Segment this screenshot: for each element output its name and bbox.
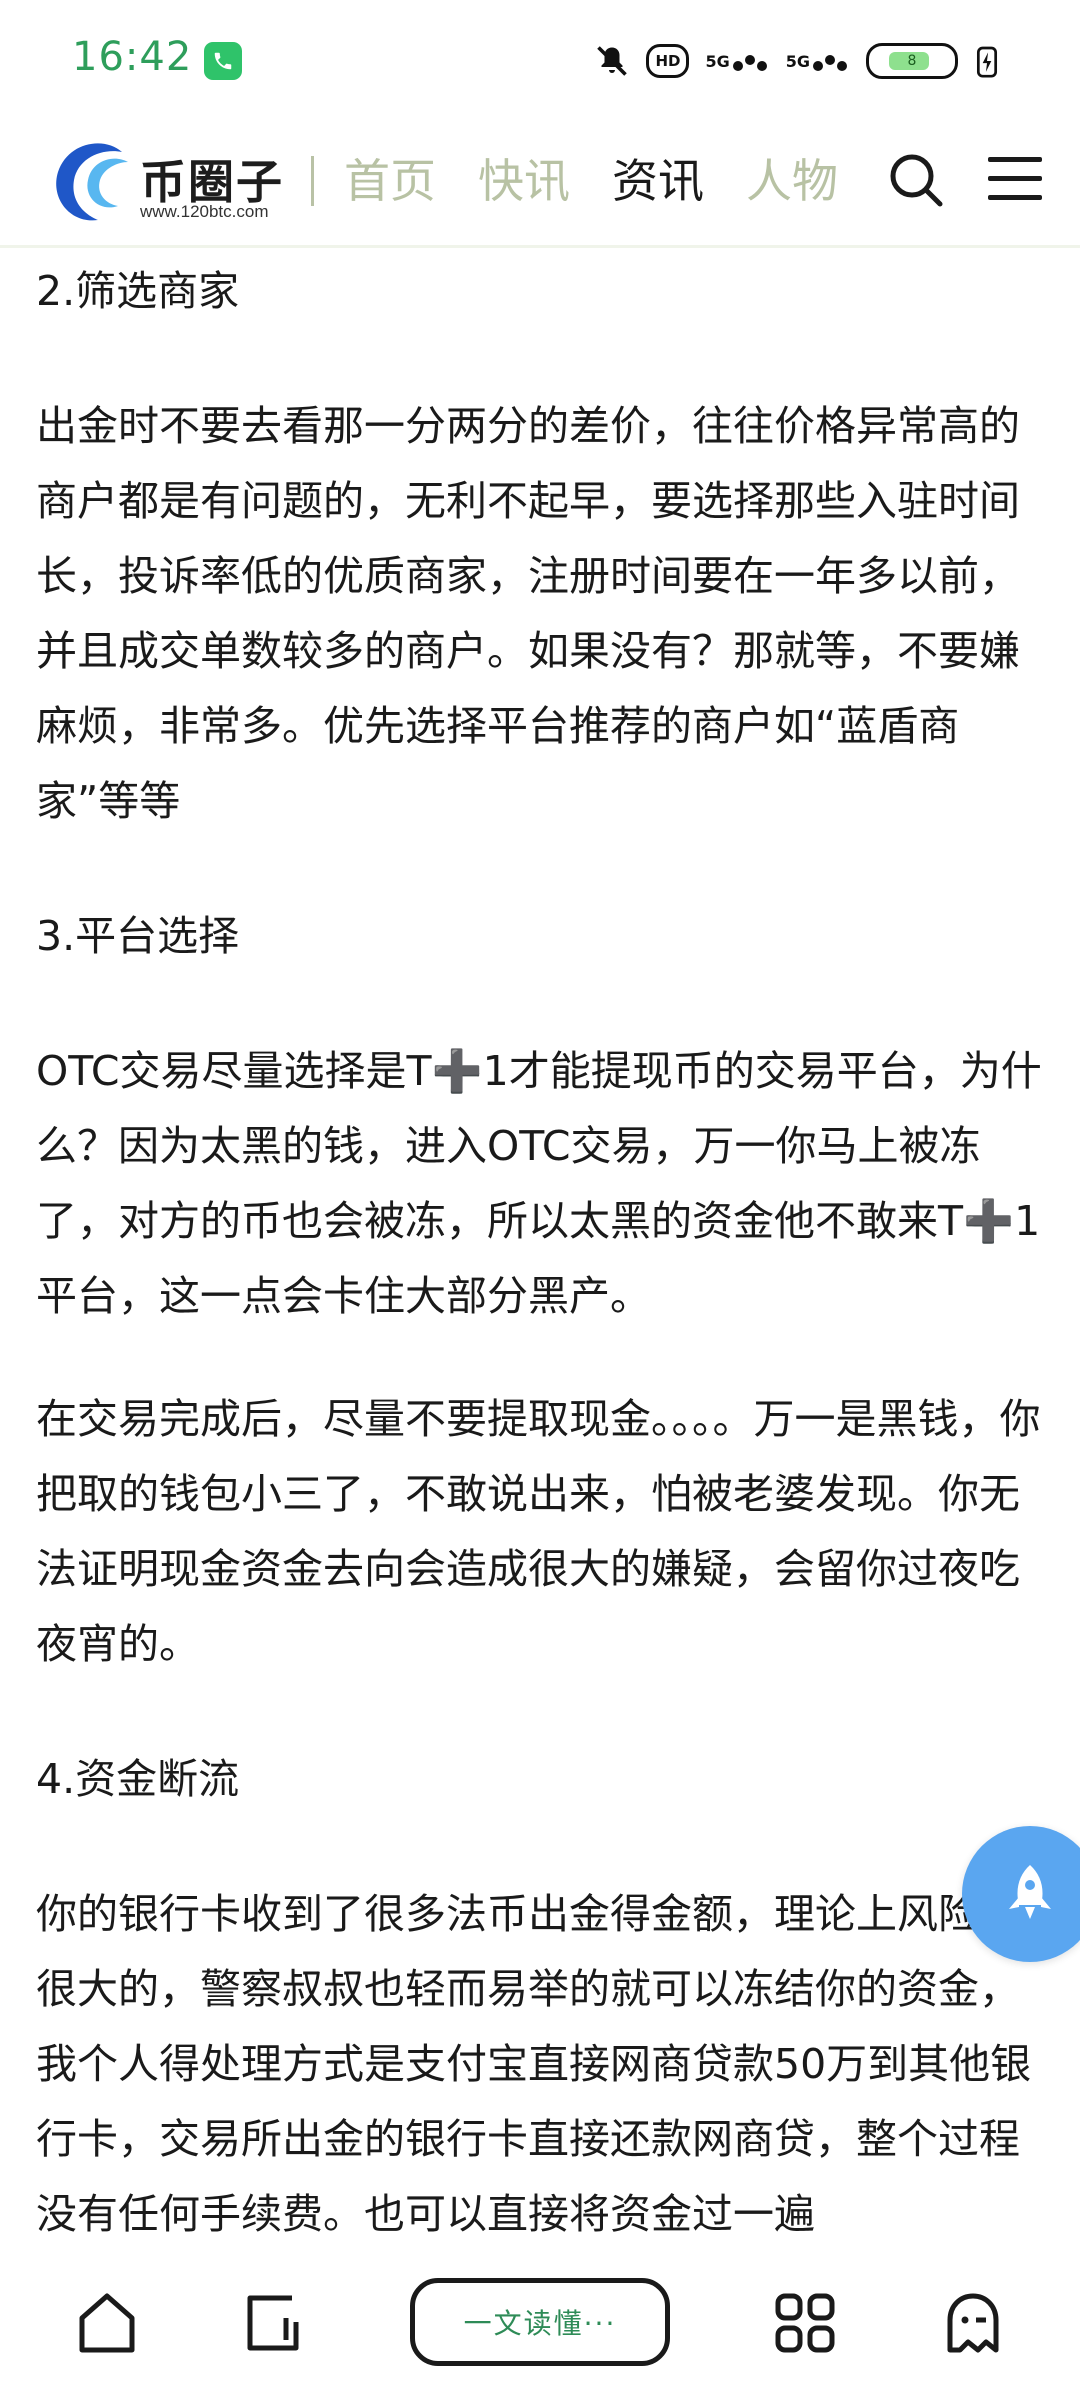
section-heading: 4.资金断流 [36, 1755, 240, 1803]
signal-label-2: 5G [785, 51, 810, 71]
nav-divider [311, 156, 314, 206]
article-paragraph: OTC交易尽量选择是T➕1才能提现币的交易平台，为什么？因为太黑的钱，进入OTC… [36, 1047, 1042, 1320]
battery-icon: 8 [866, 43, 958, 79]
article-body: 2.筛选商家 出金时不要去看那一分两分的差价，往往价格异常高的商户都是有问题的，… [36, 254, 1046, 2252]
article-paragraph: 出金时不要去看那一分两分的差价，往往价格异常高的商户都是有问题的，无利不起早，要… [36, 402, 1020, 825]
nav-link-people[interactable]: 人物 [746, 146, 838, 216]
signal-icon-1: 5G [705, 41, 769, 81]
nav-links: 首页 快讯 资讯 人物 [344, 146, 838, 216]
signal-icon-2: 5G [786, 41, 850, 81]
nav-link-home[interactable]: 首页 [344, 146, 436, 216]
status-bar: 16:42 HD 5G 5G 8 [0, 0, 1080, 120]
home-icon[interactable] [72, 2288, 142, 2358]
nav-link-news[interactable]: 资讯 [612, 146, 704, 216]
tabs-icon[interactable] [238, 2288, 308, 2358]
logo-url: www.120btc.com [140, 202, 269, 221]
mute-bell-icon [594, 41, 630, 81]
profile-ghost-icon[interactable] [938, 2288, 1008, 2358]
bottom-toolbar: 一文读懂··· [0, 2278, 1080, 2382]
nav-link-flash[interactable]: 快讯 [478, 146, 570, 216]
status-icons: HD 5G 5G 8 [594, 38, 1000, 84]
charging-icon [974, 41, 1000, 81]
article-paragraph: 你的银行卡收到了很多法币出金得金额，理论上风险是很大的，警察叔叔也轻而易举的就可… [36, 1890, 1032, 2238]
search-icon[interactable] [886, 150, 946, 210]
section-heading: 3.平台选择 [36, 912, 240, 960]
menu-icon[interactable] [986, 154, 1044, 204]
ai-summary-button[interactable]: 一文读懂··· [410, 2278, 670, 2366]
logo-mark-icon [56, 143, 128, 221]
site-navigation: 币圈子 www.120btc.com 首页 快讯 资讯 人物 [0, 120, 1080, 248]
status-time: 16:42 [72, 34, 193, 80]
signal-label-1: 5G [705, 51, 730, 71]
hd-icon: HD [646, 44, 690, 78]
site-logo[interactable]: 币圈子 www.120btc.com [44, 132, 294, 232]
article-paragraph: 在交易完成后，尽量不要提取现金。。。。万一是黑钱，你把取的钱包小三了，不敢说出来… [36, 1395, 1041, 1668]
phone-call-icon [204, 42, 242, 80]
battery-level: 8 [907, 53, 917, 69]
section-heading: 2.筛选商家 [36, 267, 240, 315]
grid-apps-icon[interactable] [770, 2288, 840, 2358]
